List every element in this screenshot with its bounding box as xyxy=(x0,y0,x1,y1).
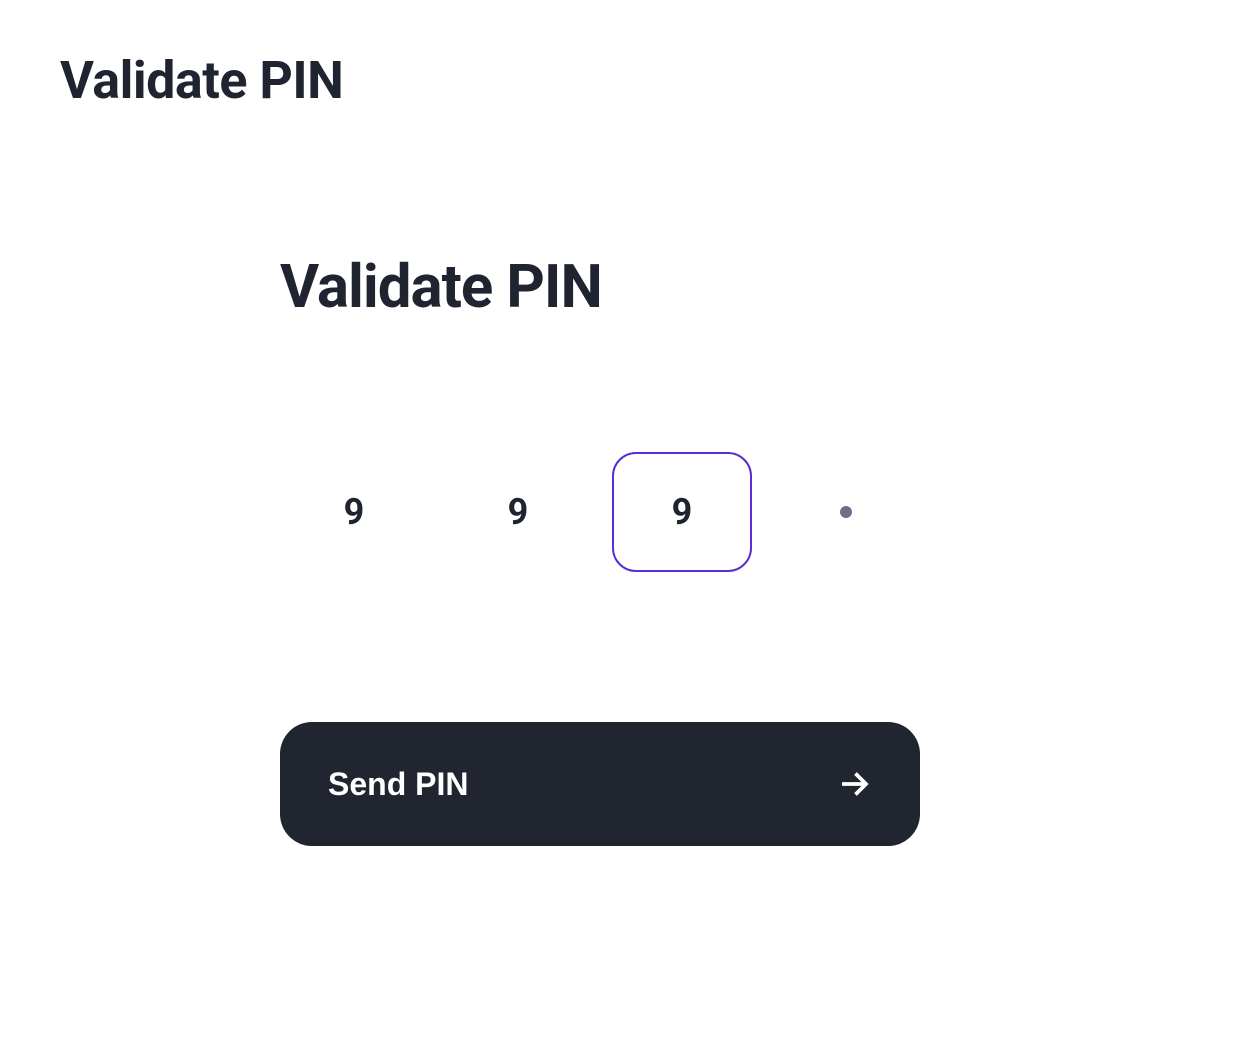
send-pin-button-label: Send PIN xyxy=(328,766,468,803)
pin-empty-dot-icon xyxy=(840,506,852,518)
arrow-right-icon xyxy=(836,766,872,802)
pin-digit-4[interactable] xyxy=(776,452,916,572)
pin-digit-3[interactable]: 9 xyxy=(612,452,752,572)
pin-digit-1[interactable]: 9 xyxy=(284,452,424,572)
pin-digit-2[interactable]: 9 xyxy=(448,452,588,572)
send-pin-button[interactable]: Send PIN xyxy=(280,722,920,846)
page-title: Validate PIN xyxy=(60,50,1180,111)
section-heading: Validate PIN xyxy=(280,251,920,322)
main-content: Validate PIN 9 9 9 Send PIN xyxy=(280,251,920,846)
pin-input-row: 9 9 9 xyxy=(280,452,920,572)
